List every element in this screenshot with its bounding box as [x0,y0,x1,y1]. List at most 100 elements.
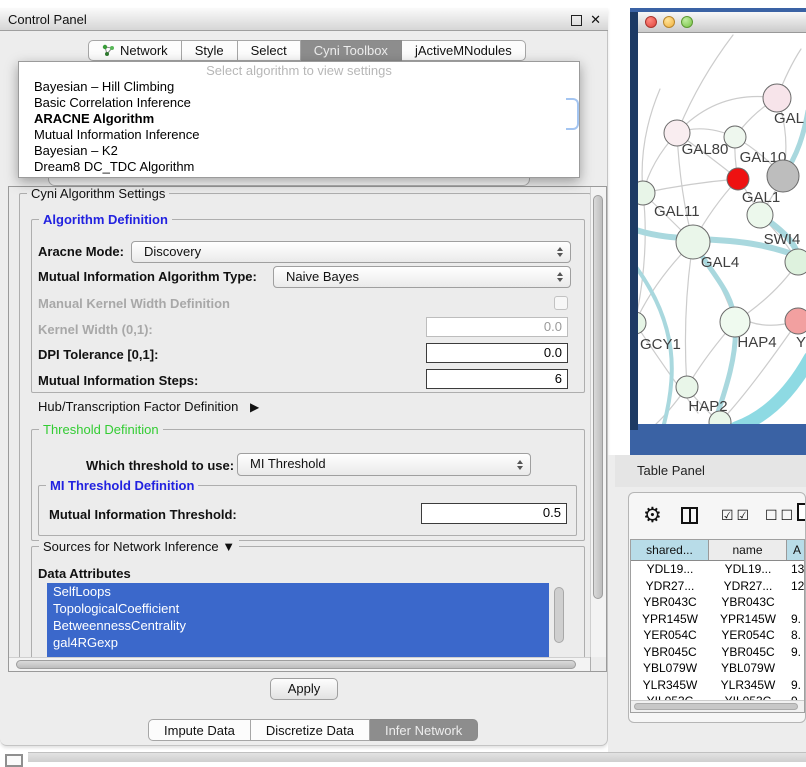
network-view[interactable]: GALGAL80GAL10GAL1GAL11SWI4GAL4GCY1HAP4YH… [638,33,806,424]
expand-down-icon[interactable]: ▼ [222,539,235,554]
close-icon[interactable]: ✕ [590,11,601,28]
table-row[interactable]: YBR043CYBR043C [631,594,804,611]
sources-title-text: Sources for Network Inference [43,539,219,554]
bottom-tabs: Impute Data Discretize Data Infer Networ… [148,719,478,741]
manual-kernel-label: Manual Kernel Width Definition [38,296,230,311]
settings-scroll-pane: Cyni Algorithm Settings Algorithm Defini… [8,186,607,672]
algorithm-option[interactable]: Bayesian – K2 [19,143,579,159]
tab-cyni-toolbox[interactable]: Cyni Toolbox [301,40,402,61]
mi-threshold-field[interactable]: 0.5 [421,503,567,524]
column-header[interactable]: shared... [631,540,709,560]
window-close-icon[interactable] [645,16,657,28]
window-minimize-icon[interactable] [663,16,675,28]
algorithm-option[interactable]: Mutual Information Inference [19,127,579,143]
network-node[interactable] [724,126,746,148]
network-edge [685,242,693,387]
kernel-width-field[interactable]: 0.0 [426,317,568,337]
algorithm-option[interactable]: Basic Correlation Inference [19,95,579,111]
deselect-all-checkboxes-icon[interactable]: ☐☐ [765,507,796,524]
algorithm-option[interactable]: Dream8 DC_TDC Algorithm [19,159,579,175]
network-node[interactable] [638,312,646,334]
table-row[interactable]: YER054CYER054C8. [631,627,804,644]
table-cell: YBR045C [709,644,787,661]
float-panel-icon[interactable] [5,754,23,767]
table-row[interactable]: YLR345WYLR345W9. [631,677,804,694]
apply-button[interactable]: Apply [270,678,338,700]
tab-style[interactable]: Style [182,40,238,61]
attribute-list-item[interactable]: SelfLoops [47,583,549,600]
network-window-titlebar[interactable] [638,12,806,33]
network-node[interactable] [785,249,806,275]
tab-jactivemnodules[interactable]: jActiveMNodules [402,40,526,61]
network-canvas[interactable]: GALGAL80GAL10GAL1GAL11SWI4GAL4GCY1HAP4YH… [638,33,806,424]
attribute-list-item[interactable]: gal4RGexp [47,634,549,651]
column-header[interactable]: A [787,540,804,560]
file-icon[interactable] [797,503,806,521]
network-node[interactable] [767,160,799,192]
table-cell: 8. [787,627,804,644]
table-horizontal-thumb[interactable] [634,703,798,710]
sources-group-title[interactable]: Sources for Network Inference ▼ [39,539,239,554]
tab-impute-data[interactable]: Impute Data [148,719,251,741]
network-window[interactable]: GALGAL80GAL10GAL1GAL11SWI4GAL4GCY1HAP4YH… [638,12,806,424]
tab-select[interactable]: Select [238,40,301,61]
table-row[interactable]: YDR27...YDR27...12 [631,578,804,595]
network-node[interactable] [720,307,750,337]
attribute-list-item[interactable]: TopologicalCoefficient [47,600,549,617]
table-row[interactable]: YBL079WYBL079W [631,660,804,677]
manual-kernel-checkbox[interactable] [554,296,568,310]
mi-type-select[interactable]: Naive Bayes [273,266,571,288]
window-zoom-icon[interactable] [681,16,693,28]
tab-discretize-data[interactable]: Discretize Data [251,719,370,741]
aracne-mode-value: Discovery [144,244,201,259]
mi-steps-value: 6 [555,371,562,386]
network-node-label: GAL11 [654,203,700,220]
table-row[interactable]: YDL19...YDL19...13 [631,561,804,578]
table-row[interactable]: YPR145WYPR145W9. [631,611,804,628]
float-icon[interactable] [571,15,582,26]
control-panel-titlebar[interactable]: Control Panel ✕ [0,8,608,31]
kernel-width-label: Kernel Width (0,1): [38,322,153,337]
table-cell: 9. [787,677,804,694]
network-node[interactable] [763,84,791,112]
tab-infer-network[interactable]: Infer Network [370,719,478,741]
algorithm-option[interactable]: Bayesian – Hill Climbing [19,79,579,95]
column-header[interactable]: name [709,540,787,560]
pane-horizontal-thumb[interactable] [16,660,576,669]
data-attributes-label: Data Attributes [38,566,131,581]
mi-steps-field[interactable]: 6 [426,369,568,389]
attribute-list-scrollbar[interactable] [554,587,564,643]
algorithm-option[interactable]: ARACNE Algorithm [19,111,579,127]
network-edge [677,96,777,133]
network-window-shadow [630,12,638,430]
table-cell: YBL079W [709,660,787,677]
network-node[interactable] [747,202,773,228]
table-cell [787,660,804,677]
cyni-settings-group-title: Cyni Algorithm Settings [27,186,169,201]
pane-vertical-scrollbar[interactable] [590,187,606,657]
table-cell: YDL19... [709,561,787,578]
tab-label: Style [195,40,224,61]
table-horizontal-scrollbar[interactable] [631,700,804,712]
table-row[interactable]: YBR045CYBR045C9. [631,644,804,661]
table-cell: 12 [787,578,804,595]
hub-definition-toggle[interactable]: Hub/Transcription Factor Definition ▶ [38,399,259,414]
network-node[interactable] [785,308,806,334]
attribute-list-item[interactable]: BetweennessCentrality [47,617,549,634]
network-node[interactable] [727,168,749,190]
select-all-checkboxes-icon[interactable]: ☑☑ [721,507,752,524]
network-edge [642,89,660,193]
spinner-arrows-icon [557,247,563,257]
tab-network[interactable]: Network [88,40,182,61]
dpi-tolerance-field[interactable]: 0.0 [426,343,568,363]
table-cell: YBR043C [631,594,709,611]
gear-icon[interactable]: ⚙ [643,503,662,528]
which-threshold-select[interactable]: MI Threshold [237,453,531,476]
pane-horizontal-scrollbar[interactable] [9,657,590,671]
network-node[interactable] [676,376,698,398]
aracne-mode-select[interactable]: Discovery [131,241,571,263]
expand-right-icon[interactable]: ▶ [250,400,259,414]
pane-vertical-thumb[interactable] [593,195,603,599]
data-attributes-list[interactable]: SelfLoopsTopologicalCoefficientBetweenne… [47,583,549,659]
columns-icon[interactable] [681,507,698,524]
